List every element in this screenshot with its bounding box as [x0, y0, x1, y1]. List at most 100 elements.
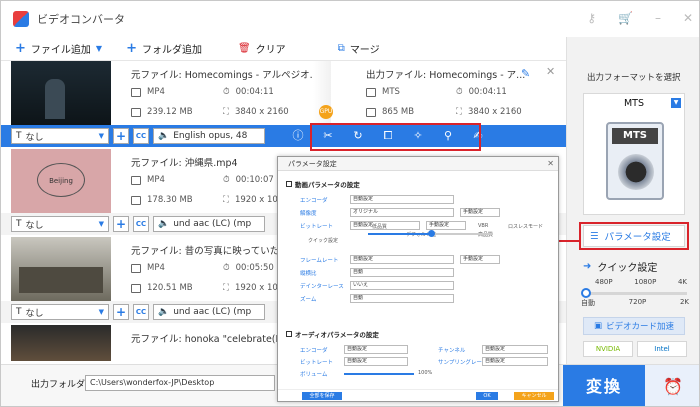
remove-file-icon[interactable]: ✕ — [546, 65, 555, 78]
merge-button[interactable]: ⧉ マージ — [338, 41, 380, 56]
speaker-icon: 🔈 — [158, 307, 170, 317]
app-logo-icon — [13, 11, 29, 27]
subtitle-select[interactable]: T なし ▼ — [11, 216, 109, 232]
alarm-clock-icon[interactable]: ⏰ — [645, 365, 699, 406]
channel-select[interactable]: 自動設定 — [482, 345, 548, 354]
video-thumbnail[interactable] — [11, 237, 111, 301]
add-subtitle-button[interactable]: + — [113, 128, 129, 144]
add-folder-button[interactable]: + フォルダ追加 — [126, 41, 202, 56]
format-name: MTS — [623, 98, 645, 109]
cc-button[interactable]: CC — [133, 304, 149, 320]
quality-bottom-labels: 自動 720P 2K — [581, 298, 689, 308]
resolution-manual-button[interactable]: 手動設定 — [460, 208, 500, 217]
out-format-value: MTS — [382, 87, 400, 97]
resolution-value: 3840 x 2160 — [234, 107, 289, 117]
key-icon[interactable]: ⚷ — [587, 11, 596, 25]
source-resolution: ⛶ 1920 x 10 — [223, 195, 278, 205]
clock-icon: ⏱ — [456, 87, 463, 97]
framerate-manual-button[interactable]: 手動設定 — [460, 255, 500, 264]
info-icon[interactable]: ⓘ — [283, 125, 313, 147]
cc-button[interactable]: CC — [133, 216, 149, 232]
size-value: 120.51 MB — [147, 283, 193, 293]
convert-button[interactable]: 変換 — [563, 365, 645, 406]
audio-icon — [286, 331, 292, 337]
duration-value: 00:04:11 — [235, 87, 274, 97]
volume-slider[interactable] — [344, 373, 414, 375]
video-section-label: 動画パラメータの設定 — [295, 181, 360, 189]
add-folder-label: フォルダ追加 — [141, 45, 202, 56]
samplerate-select[interactable]: 自動設定 — [482, 357, 548, 366]
source-filename: 元ファイル: 沖縄県.mp4 — [131, 158, 238, 169]
row-label: ボリューム — [300, 372, 328, 378]
gpu-icon: GPU — [319, 105, 333, 119]
camcorder-icon: MTS — [606, 122, 664, 200]
cart-icon[interactable]: 🛒 — [618, 11, 633, 25]
output-panel: 出力フォーマットを選択 MTS ▼ MTS ☰ パラメータ設定 ➜ クイック設定… — [566, 37, 699, 364]
deinterlace-select[interactable]: いいえ — [350, 281, 454, 290]
quality-4k: 4K — [677, 278, 687, 286]
video-thumbnail[interactable] — [11, 61, 111, 125]
deinterlace-row: デインターレース — [300, 281, 344, 291]
low-quality-label: 低品質 — [372, 224, 388, 230]
audio-encoder-row: エンコーダ — [300, 345, 344, 355]
row-label: ズーム — [300, 297, 317, 303]
format-value: MP4 — [147, 175, 165, 185]
file-item[interactable]: 元ファイル: Homecomings - アルペジオ... MP4 ⏱ 00:04… — [1, 61, 566, 125]
close-icon[interactable]: ✕ — [547, 157, 554, 171]
audio-value: und aac (LC) (mp — [173, 307, 252, 317]
framerate-row: フレームレート — [300, 255, 344, 265]
lens-icon — [618, 154, 654, 190]
audio-bitrate-row: ビットレート — [300, 357, 344, 367]
audio-select[interactable]: 🔈 und aac (LC) (mp — [153, 216, 265, 232]
zoom-select[interactable]: 自動 — [350, 294, 454, 303]
gpu-acceleration-button[interactable]: ▣ ビデオカード加速 — [583, 317, 685, 335]
lossless-checkbox[interactable]: ロスレスモード — [508, 223, 543, 230]
audio-encoder-select[interactable]: 自動設定 — [344, 345, 408, 354]
aspect-select[interactable]: 自動 — [350, 268, 454, 277]
audio-bitrate-select[interactable]: 自動設定 — [344, 357, 408, 366]
chevron-down-icon[interactable]: ▼ — [96, 44, 102, 53]
ok-button[interactable]: OK — [476, 392, 498, 400]
source-format: MP4 — [131, 263, 165, 273]
file-size-icon — [131, 283, 141, 293]
video-thumbnail[interactable]: Beijing — [11, 149, 111, 213]
video-thumbnail[interactable] — [11, 325, 111, 361]
quality-2k: 2K — [679, 298, 689, 306]
chevron-down-icon[interactable]: ▼ — [671, 98, 681, 108]
subtitle-select[interactable]: T なし ▼ — [11, 304, 109, 320]
quality-label: クイック設定 — [308, 238, 339, 244]
app-title: ビデオコンバータ — [37, 13, 125, 26]
add-subtitle-button[interactable]: + — [113, 216, 129, 232]
aspect-row: 縦横比 — [300, 268, 344, 278]
edit-pencil-icon[interactable]: ✎ — [521, 67, 530, 80]
add-file-label: ファイル追加 — [30, 45, 91, 56]
clear-button[interactable]: 🗑 クリア — [238, 41, 286, 56]
resolution-value: 1920 x 10 — [234, 195, 278, 205]
window-controls: ⚷ 🛒 – ✕ — [587, 11, 693, 25]
video-encoder-select[interactable]: 自動設定 — [350, 195, 454, 204]
resolution-icon: ⛶ — [223, 283, 229, 293]
add-subtitle-button[interactable]: + — [113, 304, 129, 320]
framerate-select[interactable]: 自動設定 — [350, 255, 454, 264]
minimize-icon[interactable]: – — [655, 11, 661, 25]
save-all-button[interactable]: 全部を保存 — [302, 392, 342, 400]
audio-select[interactable]: 🔈 und aac (LC) (mp — [153, 304, 265, 320]
add-file-button[interactable]: + ファイル追加 ▼ — [15, 41, 102, 56]
resolution-select[interactable]: オリジナル — [350, 208, 454, 217]
format-selector[interactable]: MTS ▼ MTS — [583, 93, 685, 215]
vbr-checkbox[interactable]: VBR — [478, 223, 488, 229]
cc-button[interactable]: CC — [133, 128, 149, 144]
clock-icon: ⏱ — [223, 87, 230, 97]
bitrate-manual-button[interactable]: 手動設定 — [426, 221, 466, 230]
quality-slider-handle[interactable] — [428, 230, 435, 237]
quality-slider[interactable] — [583, 292, 687, 295]
subtitle-select[interactable]: T なし ▼ — [11, 128, 109, 144]
cancel-button[interactable]: キャンセル — [514, 392, 554, 400]
audio-value: English opus, 48 — [173, 131, 248, 141]
close-icon[interactable]: ✕ — [683, 11, 693, 25]
quality-slider-handle[interactable] — [581, 288, 591, 298]
quality-480p: 480P — [595, 278, 613, 286]
output-folder-input[interactable]: C:\Users\wonderfox-JP\Desktop — [85, 375, 275, 391]
audio-select[interactable]: 🔈 English opus, 48 — [153, 128, 265, 144]
source-size: 120.51 MB — [131, 283, 193, 293]
